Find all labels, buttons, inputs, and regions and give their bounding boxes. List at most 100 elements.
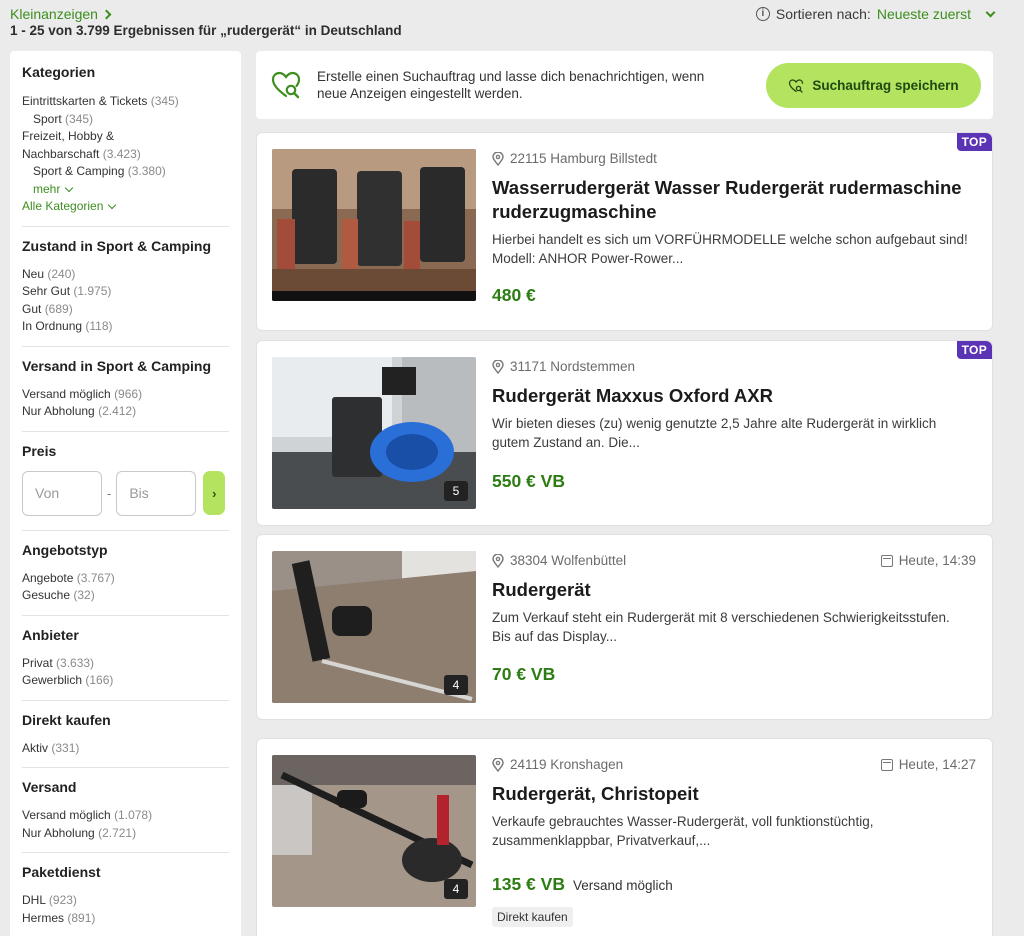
- filter-option[interactable]: Nur Abholung (2.412): [22, 403, 229, 421]
- filter-option[interactable]: Aktiv (331): [22, 740, 229, 758]
- save-search-button-label[interactable]: Suchauftrag speichern: [812, 78, 958, 93]
- calendar-icon: [880, 758, 893, 771]
- category-label[interactable]: Sport: [33, 112, 62, 126]
- top-badge: TOP: [956, 133, 992, 151]
- filter-option[interactable]: Hermes (891): [22, 910, 229, 928]
- listing-title[interactable]: Rudergerät: [492, 578, 972, 602]
- listing-card[interactable]: 5 31171 Nordstemmen Rudergerät Maxxus Ox…: [256, 340, 993, 526]
- save-search-button[interactable]: Suchauftrag speichern: [766, 63, 981, 108]
- price-to-input[interactable]: [116, 470, 197, 516]
- option-count: (689): [44, 301, 73, 316]
- option-label[interactable]: Nur Abholung: [22, 404, 95, 418]
- option-label[interactable]: Gesuche: [22, 588, 70, 602]
- listing-location: 31171 Nordstemmen: [492, 359, 635, 374]
- category-label[interactable]: Sport & Camping: [33, 164, 124, 178]
- filter-option[interactable]: In Ordnung (118): [22, 318, 229, 336]
- filter-title: Anbieter: [22, 626, 79, 643]
- listing-description: Zum Verkauf steht ein Rudergerät mit 8 v…: [492, 610, 950, 644]
- location-text: 31171 Nordstemmen: [510, 359, 636, 374]
- option-label[interactable]: In Ordnung: [22, 319, 82, 333]
- filter-option[interactable]: Angebote (3.767): [22, 570, 229, 588]
- option-label[interactable]: Gewerblich: [22, 673, 82, 687]
- filter-option[interactable]: Sehr Gut (1.975): [22, 283, 229, 301]
- category-label[interactable]: Freizeit, Hobby &: [22, 129, 114, 143]
- category-item[interactable]: Freizeit, Hobby & Nachbarschaft (3.423): [22, 128, 229, 163]
- option-count: (331): [51, 740, 80, 755]
- listing-card[interactable]: 22115 Hamburg Billstedt Wasserrudergerät…: [256, 132, 993, 331]
- filter-option[interactable]: Gesuche (32): [22, 587, 229, 605]
- more-label[interactable]: mehr: [33, 181, 60, 199]
- breadcrumb-label[interactable]: Kleinanzeigen: [10, 6, 98, 22]
- option-label[interactable]: Angebote: [22, 571, 73, 585]
- category-item[interactable]: Eintrittskarten & Tickets (345): [22, 94, 179, 108]
- results-summary: 1 - 25 von 3.799 Ergebnissen für „ruderg…: [10, 23, 402, 38]
- location-pin-icon: [492, 757, 504, 772]
- location-text: 38304 Wolfenbüttel: [510, 553, 627, 568]
- option-count: (240): [47, 266, 76, 281]
- filter-title: Zustand in Sport & Camping: [22, 237, 211, 254]
- category-count: (3.423): [102, 146, 141, 161]
- filter-option[interactable]: Neu (240): [22, 266, 229, 284]
- listing-image[interactable]: 4: [272, 755, 476, 907]
- listing-title[interactable]: Rudergerät Maxxus Oxford AXR: [492, 384, 972, 408]
- option-count: (1.975): [73, 284, 112, 298]
- filter-option[interactable]: Gut (689): [22, 301, 229, 319]
- option-label[interactable]: Neu: [22, 267, 44, 281]
- listing-image[interactable]: 5: [272, 357, 476, 509]
- filter-option[interactable]: Nur Abholung (2.721): [22, 825, 229, 843]
- listing-card[interactable]: 4 38304 Wolfenbüttel Heute, 14:39 Ruderg…: [256, 534, 993, 720]
- listing-title[interactable]: Rudergerät, Christopeit: [492, 782, 972, 806]
- filter-categories: Kategorien Eintrittskarten & Tickets (34…: [22, 64, 229, 227]
- listing-price: 70 € VB: [492, 664, 555, 685]
- category-item[interactable]: Sport & Camping (3.380): [22, 163, 229, 181]
- sort-control[interactable]: i Sortieren nach: Neueste zuerst: [755, 6, 996, 22]
- listing-location: 22115 Hamburg Billstedt: [492, 151, 657, 166]
- filter-title: Versand: [22, 779, 77, 795]
- option-label[interactable]: Privat: [22, 656, 53, 670]
- price-range: - ›: [22, 470, 229, 516]
- listing-card[interactable]: 4 24119 Kronshagen Heute, 14:27 Ruderger…: [256, 738, 993, 936]
- option-label[interactable]: DHL: [22, 893, 46, 907]
- filter-option[interactable]: Privat (3.633): [22, 655, 229, 673]
- price-apply-button[interactable]: ›: [203, 471, 226, 515]
- category-item[interactable]: Sport (345): [22, 111, 229, 129]
- category-count: (345): [150, 94, 179, 108]
- breadcrumb[interactable]: Kleinanzeigen: [10, 6, 112, 22]
- filter-option[interactable]: DHL (923): [22, 892, 229, 910]
- chevron-down-icon: [65, 183, 74, 192]
- category-label[interactable]: Nachbarschaft: [22, 147, 99, 161]
- sort-label: Sortieren nach:: [775, 6, 871, 22]
- price-from-input[interactable]: [22, 470, 102, 516]
- option-label[interactable]: Sehr Gut: [22, 284, 70, 298]
- all-categories-label[interactable]: Alle Kategorien: [22, 198, 103, 216]
- listing-price: 135 € VB Versand möglich: [492, 874, 673, 895]
- listing-description: Hierbei handelt es sich um VORFÜHRMODELL…: [492, 232, 968, 266]
- more-categories-link[interactable]: mehr: [22, 181, 229, 199]
- listing-date: Heute, 14:39: [880, 553, 976, 568]
- option-label[interactable]: Gut: [22, 302, 41, 316]
- filter-option[interactable]: Versand möglich (1.078): [22, 807, 229, 825]
- option-label[interactable]: Versand möglich: [22, 387, 111, 401]
- listing-title[interactable]: Wasserrudergerät Wasser Rudergerät ruder…: [492, 176, 972, 224]
- listing-date: Heute, 14:27: [880, 757, 976, 772]
- listing-location: 24119 Kronshagen: [492, 757, 623, 772]
- listing-image[interactable]: [272, 149, 476, 301]
- option-label[interactable]: Hermes: [22, 911, 64, 925]
- filter-title: Direkt kaufen: [22, 711, 111, 728]
- option-label[interactable]: Aktiv: [22, 741, 48, 755]
- option-label[interactable]: Versand möglich: [22, 808, 111, 822]
- listing-image[interactable]: 4: [272, 551, 476, 703]
- listing-price: 550 € VB: [492, 471, 565, 492]
- sort-value[interactable]: Neueste zuerst: [877, 6, 971, 22]
- filter-option[interactable]: Versand möglich (966): [22, 386, 229, 404]
- chevron-down-icon[interactable]: [985, 7, 996, 17]
- location-pin-icon: [492, 151, 504, 166]
- all-categories-link[interactable]: Alle Kategorien: [22, 198, 229, 216]
- option-count: (3.767): [76, 570, 115, 585]
- date-text: Heute, 14:27: [898, 757, 976, 772]
- option-label[interactable]: Nur Abholung: [22, 826, 95, 840]
- filter-option[interactable]: Gewerblich (166): [22, 672, 229, 690]
- option-count: (2.721): [98, 825, 137, 840]
- category-label[interactable]: Eintrittskarten & Tickets: [22, 94, 147, 108]
- filter-shipping-category: Versand in Sport & Camping Versand mögli…: [22, 358, 229, 432]
